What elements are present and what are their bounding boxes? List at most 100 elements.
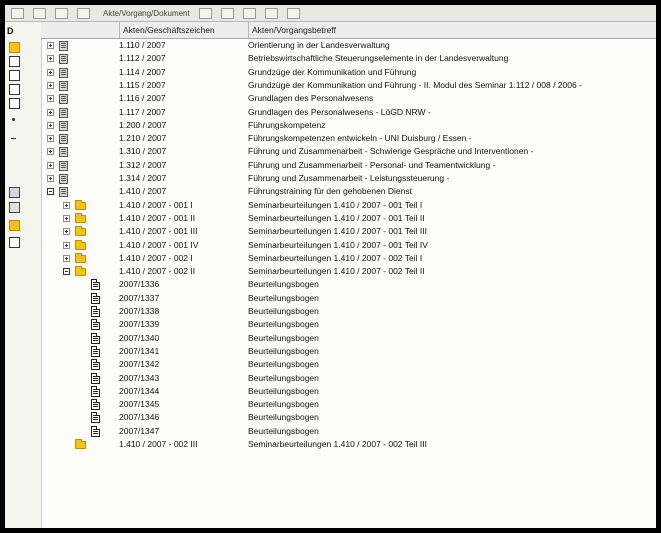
tree-row[interactable]: 1.314 / 2007 Führung und Zusammenarbeit -… bbox=[41, 172, 656, 185]
document-icon[interactable] bbox=[9, 56, 20, 67]
aktenzeichen-cell: 1.210 / 2007 bbox=[119, 133, 167, 144]
expand-toggle[interactable] bbox=[63, 214, 70, 222]
tree-row[interactable]: 2007/1345 Beurteilungsbogen bbox=[41, 398, 656, 411]
expand-toggle[interactable] bbox=[47, 148, 54, 156]
expand-toggle[interactable] bbox=[63, 241, 70, 249]
tree-row[interactable]: 2007/1336 Beurteilungsbogen bbox=[41, 278, 656, 291]
yellow-folder-icon[interactable] bbox=[9, 220, 20, 231]
tree-row[interactable]: 2007/1339 Beurteilungsbogen bbox=[41, 318, 656, 331]
person-icon[interactable] bbox=[9, 187, 20, 198]
folder-icon bbox=[75, 199, 86, 210]
betreff-cell: Seminarbeurteilungen 1.410 / 2007 - 001 … bbox=[248, 226, 427, 237]
tree-row[interactable]: 1.410 / 2007 - 002 II Seminarbeurteilunge… bbox=[41, 265, 656, 278]
akte-icon bbox=[59, 187, 68, 198]
expand-toggle[interactable] bbox=[47, 161, 54, 169]
betreff-cell: Beurteilungsbogen bbox=[248, 332, 319, 343]
tree-row[interactable]: 2007/1338 Beurteilungsbogen bbox=[41, 305, 656, 318]
tree-row[interactable]: 2007/1346 Beurteilungsbogen bbox=[41, 411, 656, 424]
tree-row[interactable]: 1.116 / 2007 Grundlagen des Personalwesen… bbox=[41, 92, 656, 105]
aktenzeichen-cell: 2007/1338 bbox=[119, 306, 160, 316]
tree-row[interactable]: 1.312 / 2007 Führung und Zusammenarbeit -… bbox=[41, 159, 656, 172]
aktenzeichen-cell: 1.112 / 2007 bbox=[119, 53, 166, 64]
betreff-cell: Beurteilungsbogen bbox=[248, 385, 319, 396]
tree-row[interactable]: 1.112 / 2007 Betriebswirtschaftliche Steu… bbox=[41, 52, 656, 65]
pin-icon[interactable] bbox=[12, 118, 15, 121]
tree-row[interactable]: 2007/1341 Beurteilungsbogen bbox=[41, 345, 656, 358]
document-icon bbox=[91, 279, 100, 291]
toolbar-button-open[interactable] bbox=[220, 7, 234, 19]
toolbar-button-properties[interactable] bbox=[286, 7, 300, 19]
expand-toggle[interactable] bbox=[47, 121, 54, 129]
expand-toggle[interactable] bbox=[47, 68, 54, 76]
betreff-cell: Grundzüge der Kommunikation und Führung … bbox=[248, 79, 582, 90]
betreff-cell: Beurteilungsbogen bbox=[248, 345, 319, 356]
aktenzeichen-cell: 2007/1337 bbox=[119, 292, 160, 303]
tree-row[interactable]: 1.410 / 2007 - 001 II Seminarbeurteilunge… bbox=[41, 212, 656, 225]
tree-row[interactable]: 1.410 / 2007 - 001 I Seminarbeurteilungen… bbox=[41, 199, 656, 212]
folder-icon[interactable] bbox=[9, 42, 20, 53]
tree-row[interactable]: 1.410 / 2007 - 001 IV Seminarbeurteilunge… bbox=[41, 239, 656, 252]
tree-row[interactable]: 1.210 / 2007 Führungskompetenzen entwicke… bbox=[41, 132, 656, 145]
tree-row[interactable]: 1.310 / 2007 Führung und Zusammenarbeit -… bbox=[41, 145, 656, 158]
tree-row[interactable]: 1.410 / 2007 - 002 III Seminarbeurteilung… bbox=[41, 438, 656, 451]
expand-toggle[interactable] bbox=[47, 175, 54, 182]
expand-toggle[interactable] bbox=[47, 95, 54, 103]
tree-row[interactable]: 2007/1342 Beurteilungsbogen bbox=[41, 358, 656, 371]
header-betreff[interactable]: Akten/Vorgangsbetreff bbox=[248, 22, 656, 38]
document-icon[interactable] bbox=[9, 84, 20, 95]
betreff-cell: Seminarbeurteilungen 1.410 / 2007 - 002 … bbox=[248, 439, 427, 449]
akte-icon bbox=[59, 41, 68, 51]
aktenzeichen-cell: 1.410 / 2007 - 002 I bbox=[119, 252, 193, 263]
document-icon[interactable] bbox=[9, 237, 20, 248]
sidebar-tab[interactable]: D bbox=[7, 26, 14, 36]
tree-row[interactable]: 1.410 / 2007 Führungstraining für den geh… bbox=[41, 185, 656, 198]
expand-toggle[interactable] bbox=[47, 135, 54, 143]
tree-row[interactable]: 2007/1344 Beurteilungsbogen bbox=[41, 385, 656, 398]
betreff-cell: Beurteilungsbogen bbox=[248, 425, 319, 436]
betreff-cell: Orientierung in der Landesverwaltung bbox=[248, 40, 390, 50]
column-header: Akten/Geschäftszeichen Akten/Vorgangsbet… bbox=[41, 22, 656, 39]
expand-toggle[interactable] bbox=[47, 55, 54, 63]
expand-toggle[interactable] bbox=[47, 42, 54, 49]
betreff-cell: Seminarbeurteilungen 1.410 / 2007 - 001 … bbox=[248, 199, 423, 210]
tree-row[interactable]: 1.110 / 2007 Orientierung in der Landesve… bbox=[41, 39, 656, 52]
expand-toggle[interactable] bbox=[47, 81, 54, 89]
tree-row[interactable]: 2007/1340 Beurteilungsbogen bbox=[41, 332, 656, 345]
expand-toggle[interactable] bbox=[63, 228, 70, 236]
dash-icon[interactable] bbox=[11, 138, 16, 139]
document-icon bbox=[91, 385, 100, 397]
betreff-cell: Führungstraining für den gehobenen Diens… bbox=[248, 186, 412, 197]
tree-row[interactable]: 1.200 / 2007 Führungskompetenz bbox=[41, 119, 656, 132]
folder-icon bbox=[75, 439, 86, 449]
document-icon[interactable] bbox=[9, 70, 20, 81]
header-aktenzeichen[interactable]: Akten/Geschäftszeichen bbox=[119, 22, 248, 38]
header-tree-col[interactable] bbox=[41, 22, 119, 38]
expand-toggle[interactable] bbox=[47, 108, 54, 116]
aktenzeichen-cell: 2007/1344 bbox=[119, 385, 160, 396]
toolbar-button-back[interactable] bbox=[11, 7, 24, 19]
tree-row[interactable]: 1.114 / 2007 Grundzüge der Kommunikation … bbox=[41, 66, 656, 79]
tree-row[interactable]: 2007/1337 Beurteilungsbogen bbox=[41, 292, 656, 305]
toolbar-button-forward[interactable] bbox=[33, 7, 46, 19]
tree-row[interactable]: 2007/1347 Beurteilungsbogen bbox=[41, 425, 656, 438]
aktenzeichen-cell: 2007/1347 bbox=[119, 425, 160, 436]
tree-icon[interactable] bbox=[9, 202, 20, 213]
toolbar-button-refresh[interactable] bbox=[77, 7, 90, 19]
document-icon[interactable] bbox=[9, 98, 20, 109]
collapse-toggle[interactable] bbox=[47, 188, 54, 196]
toolbar-button-up[interactable] bbox=[55, 7, 68, 19]
tree-row[interactable]: 1.117 / 2007 Grundlagen des Personalwesen… bbox=[41, 106, 656, 119]
document-icon bbox=[91, 399, 100, 411]
toolbar-button-new[interactable] bbox=[198, 7, 212, 19]
collapse-toggle[interactable] bbox=[63, 268, 70, 276]
expand-toggle[interactable] bbox=[63, 201, 70, 209]
betreff-cell: Führung und Zusammenarbeit - Schwierige … bbox=[248, 146, 534, 157]
tree-row[interactable]: 1.410 / 2007 - 002 I Seminarbeurteilungen… bbox=[41, 252, 656, 265]
toolbar-button-print[interactable] bbox=[242, 7, 256, 19]
tree-row[interactable]: 1.115 / 2007 Grundzüge der Kommunikation … bbox=[41, 79, 656, 92]
tree-row[interactable]: 1.410 / 2007 - 001 III Seminarbeurteilung… bbox=[41, 225, 656, 238]
toolbar-button-search[interactable] bbox=[264, 7, 278, 19]
tree-row[interactable]: 2007/1343 Beurteilungsbogen bbox=[41, 372, 656, 385]
expand-toggle[interactable] bbox=[63, 254, 70, 262]
betreff-cell: Beurteilungsbogen bbox=[248, 412, 319, 423]
